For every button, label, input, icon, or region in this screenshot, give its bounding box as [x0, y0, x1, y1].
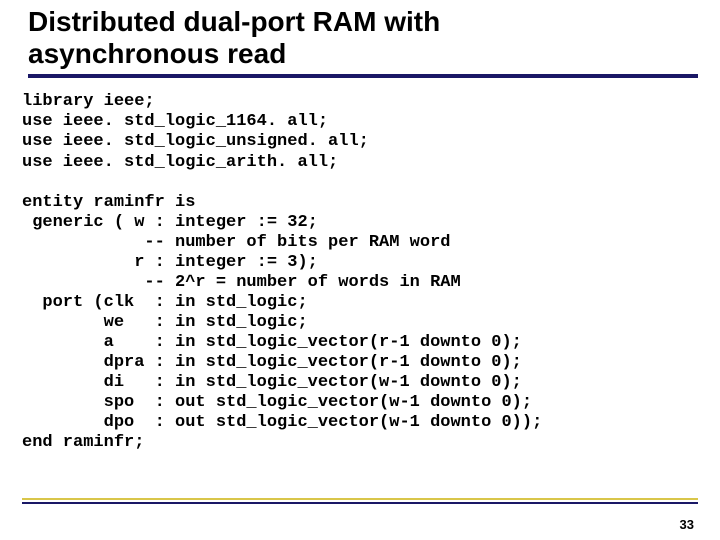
- page-number: 33: [680, 517, 694, 532]
- title-block: Distributed dual-port RAM with asynchron…: [0, 0, 720, 70]
- title-line-1: Distributed dual-port RAM with: [28, 6, 440, 37]
- slide: Distributed dual-port RAM with asynchron…: [0, 0, 720, 540]
- slide-title: Distributed dual-port RAM with asynchron…: [28, 6, 720, 70]
- footer-rule-yellow: [22, 498, 698, 500]
- title-line-2: asynchronous read: [28, 38, 286, 69]
- vhdl-code: library ieee; use ieee. std_logic_1164. …: [0, 78, 720, 453]
- footer-rule-navy: [22, 502, 698, 504]
